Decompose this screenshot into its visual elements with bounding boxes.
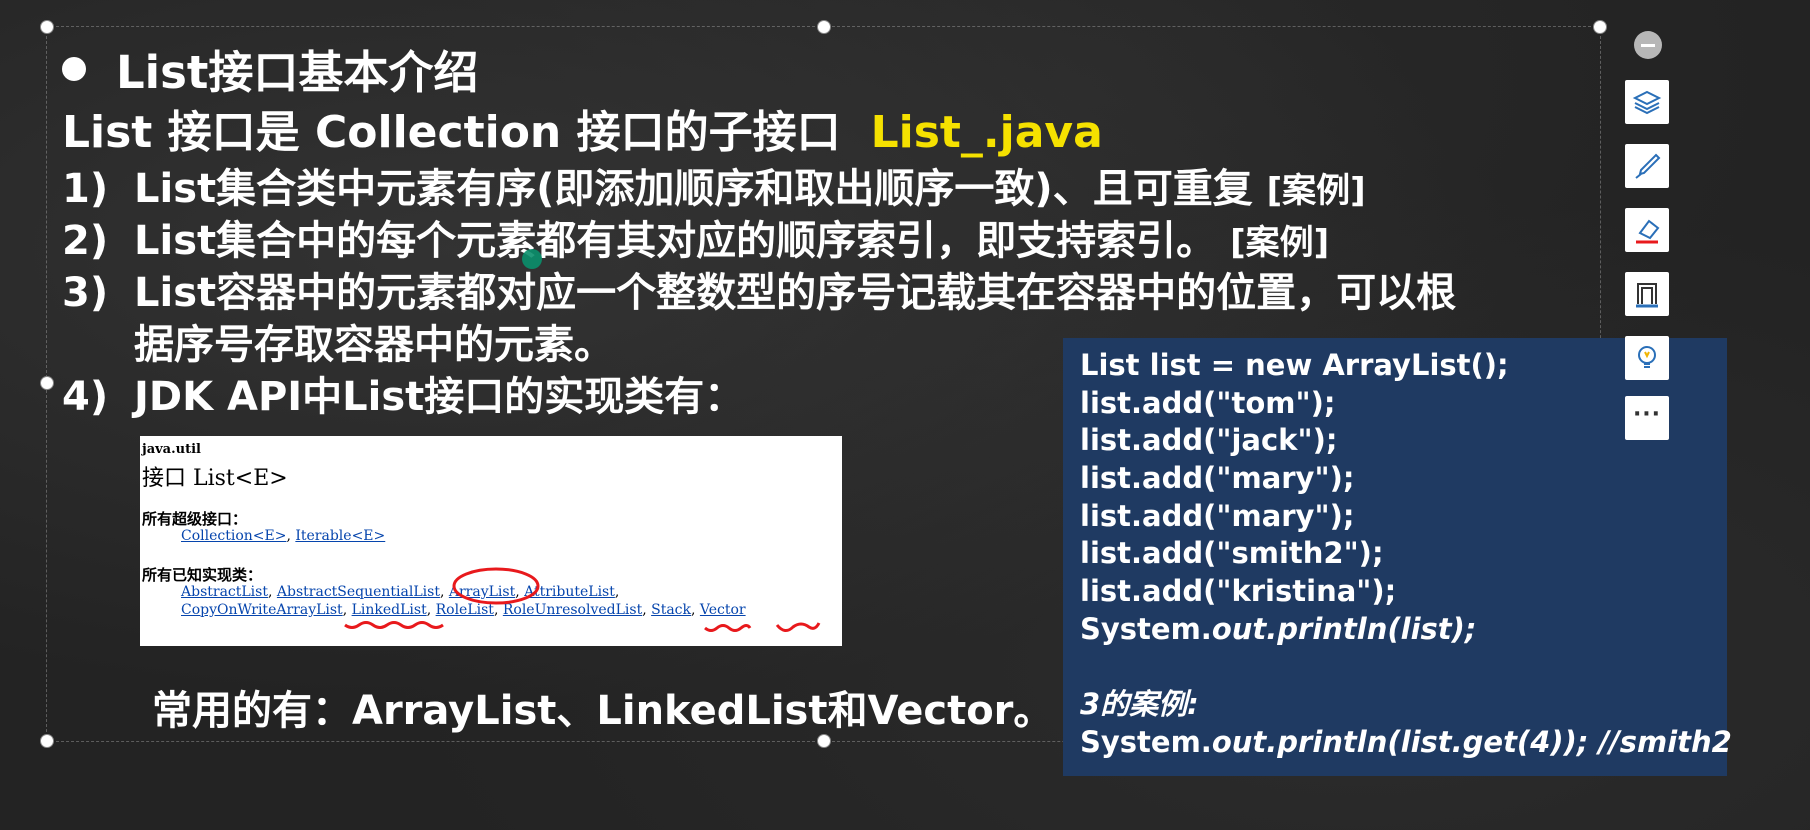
common-implementations: 常用的有：ArrayList、LinkedList和Vector。 bbox=[152, 688, 1054, 734]
list-item-1: 1) List集合类中元素有序(即添加顺序和取出顺序一致)、且可重复 [案例] bbox=[62, 156, 1366, 214]
list-item-3-continuation: 据序号存取容器中的元素。 bbox=[134, 322, 614, 368]
list-item-4: 4) JDK API中List接口的实现类有： bbox=[62, 364, 744, 422]
linkedlist-underline bbox=[344, 621, 444, 629]
resize-handle-top-left[interactable] bbox=[40, 20, 54, 34]
laser-pointer bbox=[522, 249, 542, 269]
resize-handle-middle-left[interactable] bbox=[40, 376, 54, 390]
case-tag: [案例] bbox=[1266, 171, 1366, 211]
code-prefix: System. bbox=[1080, 611, 1212, 646]
pen-icon[interactable] bbox=[1625, 144, 1669, 188]
case-tag: [案例] bbox=[1230, 223, 1330, 263]
slide-canvas: List接口基本介绍 List 接口是 Collection 接口的子接口 Lis… bbox=[0, 0, 1810, 830]
code-prefix: System. bbox=[1080, 724, 1212, 759]
stack-underline bbox=[704, 624, 752, 632]
api-doc-image: java.util 接口 List<E> 所有超级接口： Collection<… bbox=[140, 436, 842, 646]
layers-icon[interactable] bbox=[1625, 80, 1669, 124]
resize-handle-bottom-center[interactable] bbox=[817, 734, 831, 748]
red-annotations bbox=[344, 567, 821, 632]
item-text: List容器中的元素都对应一个整数型的序号记载其在容器中的位置，可以根 bbox=[134, 270, 1457, 316]
subtitle-highlight: List_.java bbox=[870, 107, 1103, 158]
item-number: 3) bbox=[62, 270, 109, 316]
code-italic: out.println(list.get(4)); //smith2 bbox=[1211, 724, 1732, 759]
code-line-print: System.out.println(list); bbox=[1080, 611, 1727, 649]
more-label: ··· bbox=[1632, 401, 1662, 427]
subtitle-text: List 接口是 Collection 接口的子接口 bbox=[62, 107, 841, 158]
vector-underline bbox=[775, 622, 821, 632]
item-text: JDK API中List接口的实现类有： bbox=[134, 374, 745, 420]
code-italic: out.println(list); bbox=[1211, 611, 1477, 646]
code-line: list.add("mary"); bbox=[1080, 498, 1355, 533]
slide-title-text: List接口基本介绍 bbox=[116, 46, 479, 99]
resize-handle-top-right[interactable] bbox=[1593, 20, 1607, 34]
bullet-icon bbox=[62, 56, 86, 81]
code-line: list.add("mary"); bbox=[1080, 461, 1355, 496]
list-item-2: 2) List集合中的每个元素都有其对应的顺序索引，即支持索引。 [案例] bbox=[62, 208, 1329, 266]
minimize-icon[interactable] bbox=[1634, 31, 1662, 59]
frame-icon[interactable] bbox=[1625, 272, 1669, 316]
item-number: 4) bbox=[62, 374, 109, 420]
code-line: list.add("kristina"); bbox=[1080, 574, 1397, 609]
case-label: 3的案例: bbox=[1080, 687, 1199, 722]
lightbulb-icon[interactable] bbox=[1625, 336, 1669, 380]
slide-title: List接口基本介绍 bbox=[62, 36, 478, 101]
item-text: List集合中的每个元素都有其对应的顺序索引，即支持索引。 bbox=[134, 218, 1217, 264]
resize-handle-top-center[interactable] bbox=[817, 20, 831, 34]
code-line-get: System.out.println(list.get(4)); //smith… bbox=[1080, 724, 1732, 762]
arraylist-circle bbox=[452, 567, 540, 605]
slide-subtitle: List 接口是 Collection 接口的子接口 List_.java bbox=[62, 96, 1103, 160]
eraser-icon[interactable] bbox=[1625, 208, 1669, 252]
item-text: List集合类中元素有序(即添加顺序和取出顺序一致)、且可重复 bbox=[134, 166, 1253, 212]
more-icon[interactable]: ··· bbox=[1625, 396, 1669, 440]
code-line: list.add("smith2"); bbox=[1080, 536, 1384, 571]
item-number: 1) bbox=[62, 166, 109, 212]
item-number: 2) bbox=[62, 218, 109, 264]
list-item-3: 3) List容器中的元素都对应一个整数型的序号记载其在容器中的位置，可以根 bbox=[62, 260, 1456, 318]
resize-handle-bottom-left[interactable] bbox=[40, 734, 54, 748]
